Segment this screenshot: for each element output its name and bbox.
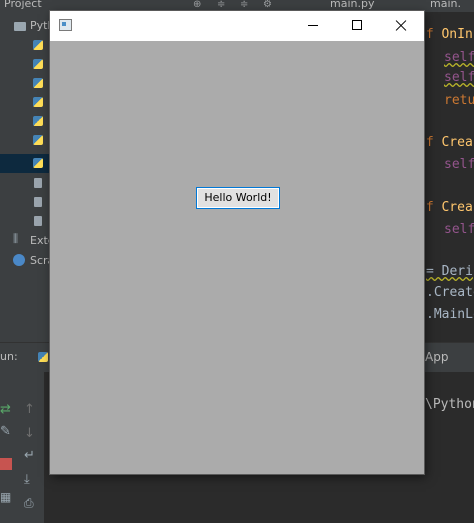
close-button[interactable]	[378, 11, 424, 41]
editor-tab-main-py[interactable]: main.py	[330, 0, 374, 10]
window-client-area: Hello World!	[50, 41, 424, 474]
code-line: self	[444, 70, 474, 85]
collapse-icon[interactable]: ≑	[217, 0, 227, 10]
tree-item-external[interactable]: ⫼ Exte	[0, 232, 55, 251]
tree-item[interactable]	[0, 131, 50, 150]
tree-item[interactable]	[0, 112, 50, 131]
tree-item[interactable]	[0, 55, 50, 74]
project-panel: Pyth ⫼ Exte Scra	[0, 12, 55, 342]
file-icon	[34, 197, 42, 207]
tree-item-scratches[interactable]: Scra	[0, 252, 54, 271]
tree-item[interactable]	[0, 174, 50, 193]
code-line: .MainLo	[426, 307, 474, 322]
run-tab-label[interactable]: App	[425, 350, 448, 364]
library-icon: ⫼	[13, 232, 19, 245]
tree-item[interactable]	[0, 93, 50, 112]
wrench-icon[interactable]: ✎	[0, 424, 11, 439]
expand-icon[interactable]: ≑	[240, 0, 250, 10]
code-line: self	[444, 50, 474, 65]
scroll-to-end-icon[interactable]: ⤓	[24, 472, 30, 487]
code-line: self	[444, 157, 474, 172]
code-line: = Deri	[426, 264, 473, 279]
soft-wrap-icon[interactable]: ↵	[24, 448, 35, 463]
code-line: ef Crea	[418, 200, 473, 215]
tree-item-root[interactable]: Pyth	[0, 17, 54, 36]
tree-item[interactable]	[0, 36, 50, 55]
code-line: ef OnIn	[418, 27, 473, 42]
tree-item[interactable]	[0, 193, 50, 212]
scratches-icon	[13, 254, 25, 266]
code-line: .Create	[426, 285, 474, 300]
python-file-icon	[33, 40, 43, 50]
tk-app-icon[interactable]	[59, 19, 72, 31]
layout-icon[interactable]: ▦	[0, 490, 11, 504]
code-editor[interactable]: ef OnIn self self retu ef Crea self ef C…	[418, 12, 474, 342]
down-arrow-icon[interactable]: ↓	[24, 426, 35, 441]
file-icon	[34, 178, 42, 188]
folder-icon	[14, 22, 26, 31]
gear-icon[interactable]: ⚙	[263, 0, 273, 10]
minimize-button[interactable]	[290, 11, 336, 41]
python-file-icon	[33, 116, 43, 126]
python-file-icon	[33, 97, 43, 107]
python-file-icon	[33, 59, 43, 69]
run-toolbar: ⇄ ↑ ✎ ↓ ↵ ⤓ ▦ ⎙	[0, 372, 44, 523]
hello-world-button[interactable]: Hello World!	[196, 187, 280, 209]
tree-item[interactable]	[0, 74, 50, 93]
project-tab-label[interactable]: Project	[4, 0, 42, 10]
tree-item[interactable]	[0, 212, 50, 231]
code-line: retu	[444, 93, 474, 108]
code-line: self	[444, 222, 474, 237]
rerun-icon[interactable]: ⇄	[0, 402, 11, 417]
window-titlebar[interactable]	[50, 11, 424, 41]
stop-icon[interactable]	[0, 458, 12, 470]
python-file-icon	[33, 78, 43, 88]
print-icon[interactable]: ⎙	[24, 496, 34, 511]
python-file-icon	[33, 158, 43, 168]
editor-tab-main-2[interactable]: main.	[430, 0, 461, 10]
python-file-icon	[33, 135, 43, 145]
tree-item-selected[interactable]	[0, 154, 50, 173]
run-header-label: un:	[0, 350, 18, 363]
code-line: ef Crea	[418, 135, 473, 150]
locate-icon[interactable]: ⊕	[193, 0, 203, 10]
file-icon	[34, 216, 42, 226]
python-run-icon	[38, 352, 48, 362]
console-output: \Python	[425, 397, 474, 412]
tk-app-window: Hello World!	[50, 11, 424, 474]
maximize-button[interactable]	[334, 11, 380, 41]
up-arrow-icon[interactable]: ↑	[24, 402, 35, 417]
